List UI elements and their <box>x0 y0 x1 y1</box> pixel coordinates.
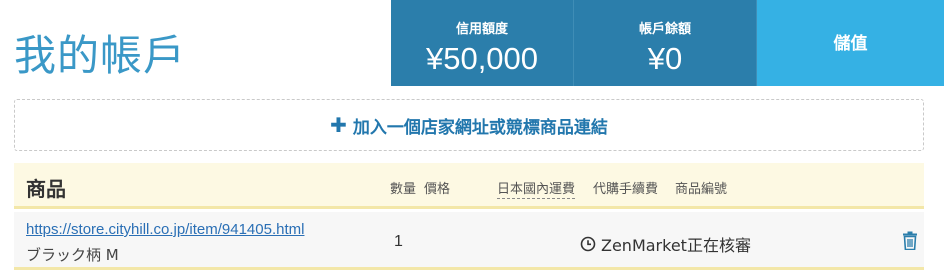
items-table-header: 商品 數量 價格 日本國內運費 代購手續費 商品編號 <box>14 163 924 209</box>
trash-icon[interactable] <box>902 231 918 250</box>
item-status: ZenMarket正在核審 <box>580 232 751 256</box>
page-title: 我的帳戶 <box>14 31 187 80</box>
account-balance-label: 帳戶餘額 <box>638 22 691 37</box>
plus-icon: ✚ <box>330 113 347 137</box>
add-item-link-label: 加入一個店家網址或競標商品連結 <box>352 117 608 138</box>
clock-icon <box>580 236 596 252</box>
topup-button[interactable]: 儲值 <box>757 0 944 86</box>
column-item-number: 商品編號 <box>675 182 728 197</box>
items-table-title: 商品 <box>26 177 66 201</box>
account-stats: 信用額度 ¥50,000 帳戶餘額 ¥0 儲值 <box>391 0 944 86</box>
credit-limit-card: 信用額度 ¥50,000 <box>391 0 574 86</box>
item-status-text: ZenMarket正在核審 <box>601 236 751 255</box>
item-url-link[interactable]: https://store.cityhill.co.jp/item/941405… <box>26 221 304 238</box>
account-balance-value: ¥0 <box>647 41 683 76</box>
item-quantity: 1 <box>394 233 403 250</box>
column-price: 價格 <box>424 182 451 197</box>
column-quantity: 數量 <box>390 182 417 197</box>
account-balance-card: 帳戶餘額 ¥0 <box>574 0 757 86</box>
column-service-fee: 代購手續費 <box>593 182 659 197</box>
credit-limit-value: ¥50,000 <box>425 41 539 76</box>
item-variant: ブラック柄 M <box>26 246 119 264</box>
table-row: https://store.cityhill.co.jp/item/941405… <box>14 212 924 270</box>
credit-limit-label: 信用額度 <box>455 22 508 37</box>
add-item-link-button[interactable]: ✚ 加入一個店家網址或競標商品連結 <box>14 99 924 151</box>
column-domestic-shipping[interactable]: 日本國內運費 <box>497 178 576 199</box>
